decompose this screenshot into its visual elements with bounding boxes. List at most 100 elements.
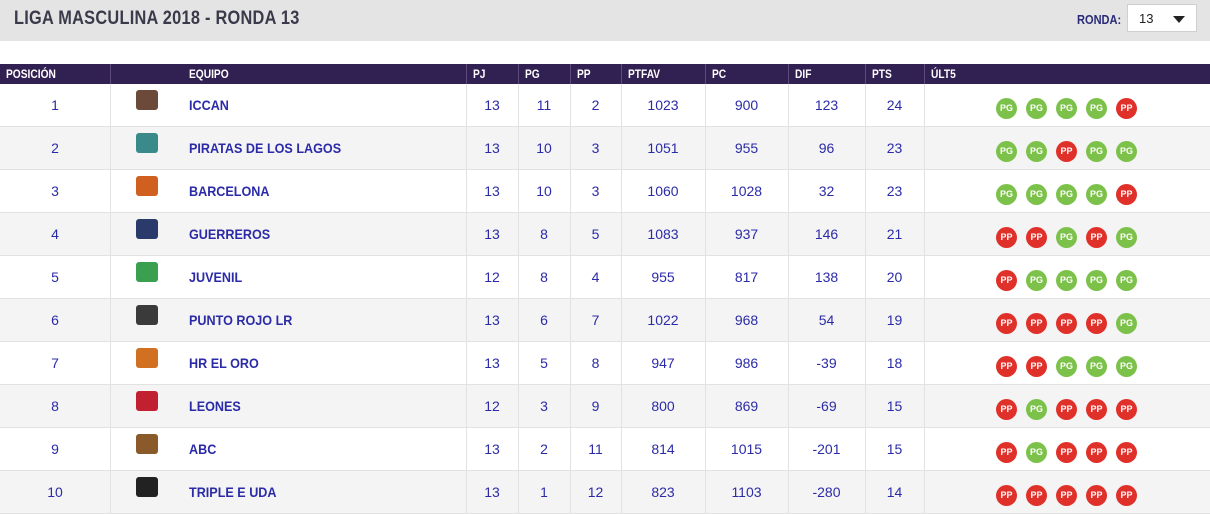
loss-badge: PP (996, 313, 1017, 334)
team-name-link[interactable]: BARCELONA (189, 170, 270, 213)
table-row: 7 13 5 8 947 986 -39 18 HR EL ORO PP PP PG PG PG (0, 342, 1210, 385)
cell-dif: 146 (814, 226, 839, 242)
cell-ptfav: 955 (651, 269, 675, 285)
table-row: 1 13 11 2 1023 900 123 24 ICCAN PG PG PG PG PP (0, 84, 1210, 127)
chevron-down-icon (1173, 16, 1185, 23)
win-badge: PG (1086, 184, 1107, 205)
cell-dif: 32 (818, 183, 835, 199)
ronda-label: RONDA: (1077, 12, 1122, 27)
win-badge: PG (1056, 227, 1077, 248)
cell-ptfav: 947 (651, 355, 675, 371)
win-badge: PG (996, 184, 1017, 205)
cell-dif: 96 (818, 140, 835, 156)
loss-badge: PP (1116, 442, 1137, 463)
team-name-link[interactable]: TRIPLE E UDA (189, 471, 277, 514)
cell-pc: 869 (734, 398, 759, 414)
team-name-link[interactable]: PIRATAS DE LOS LAGOS (189, 127, 341, 170)
column-divider (110, 428, 111, 471)
cell-ptfav: 1023 (647, 97, 679, 113)
col-header-posicion: POSICIÓN (6, 67, 56, 81)
team-logo (136, 219, 158, 239)
loss-badge: PP (1026, 356, 1047, 377)
win-badge: PG (1026, 442, 1047, 463)
last5-results: PG PG PG PG PP (996, 184, 1137, 205)
table-row: 8 12 3 9 800 869 -69 15 LEONES PP PG PP PP PP (0, 385, 1210, 428)
cell-pc: 900 (734, 97, 759, 113)
cell-dif: -201 (812, 441, 841, 457)
cell-ptfav: 1022 (647, 312, 679, 328)
last5-results: PP PP PG PG PG (996, 356, 1137, 377)
win-badge: PG (996, 141, 1017, 162)
cell-dif: -280 (812, 484, 841, 500)
cell-pp: 3 (591, 183, 600, 199)
col-header-ptfav: PTFAV (628, 67, 661, 81)
cell-pts: 15 (886, 441, 903, 457)
loss-badge: PP (1026, 313, 1047, 334)
win-badge: PG (1086, 98, 1107, 119)
cell-pts: 19 (886, 312, 903, 328)
cell-pp: 7 (591, 312, 600, 328)
cell-pc: 968 (734, 312, 759, 328)
cell-position: 7 (51, 355, 59, 371)
header-divider (110, 64, 111, 84)
cell-pg: 8 (540, 269, 548, 285)
cell-position: 6 (51, 312, 59, 328)
team-name-link[interactable]: PUNTO ROJO LR (189, 299, 292, 342)
cell-pc: 817 (734, 269, 759, 285)
win-badge: PG (1026, 98, 1047, 119)
header-divider (705, 64, 706, 84)
loss-badge: PP (1086, 485, 1107, 506)
loss-badge: PP (1086, 313, 1107, 334)
cell-pp: 9 (591, 398, 600, 414)
cell-pp: 11 (588, 441, 603, 457)
cell-pj: 13 (484, 312, 500, 328)
team-logo (136, 348, 158, 368)
header-divider (924, 64, 925, 84)
loss-badge: PP (1116, 184, 1137, 205)
team-name-link[interactable]: ICCAN (189, 84, 229, 127)
team-name-link[interactable]: ABC (189, 428, 216, 471)
cell-pj: 13 (484, 355, 500, 371)
team-logo (136, 434, 158, 454)
loss-badge: PP (1086, 227, 1107, 248)
header-divider (466, 64, 467, 84)
cell-pts: 14 (886, 484, 903, 500)
column-divider (110, 84, 111, 127)
cell-pg: 10 (536, 140, 552, 156)
loss-badge: PP (996, 356, 1017, 377)
col-header-pg: PG (525, 67, 540, 81)
column-divider (924, 342, 925, 385)
cell-pp: 4 (591, 269, 600, 285)
column-divider (110, 213, 111, 256)
last5-results: PP PG PG PG PG (996, 270, 1137, 291)
table-row: 5 12 8 4 955 817 138 20 JUVENIL PP PG PG PG PG (0, 256, 1210, 299)
ronda-select[interactable]: 13 (1127, 4, 1197, 32)
column-divider (924, 428, 925, 471)
win-badge: PG (1056, 98, 1077, 119)
table-body: 1 13 11 2 1023 900 123 24 ICCAN PG PG PG PG PP 2 13 10 3 1… (0, 84, 1210, 514)
cell-pg: 5 (540, 355, 548, 371)
table-row: 9 13 2 11 814 1015 -201 15 ABC PP PG PP PP PP (0, 428, 1210, 471)
win-badge: PG (1116, 227, 1137, 248)
win-badge: PG (1086, 270, 1107, 291)
column-divider (924, 299, 925, 342)
loss-badge: PP (1026, 485, 1047, 506)
team-logo (136, 133, 158, 153)
cell-ptfav: 814 (651, 441, 675, 457)
cell-position: 3 (51, 183, 59, 199)
column-divider (110, 170, 111, 213)
header-divider (788, 64, 789, 84)
cell-pts: 18 (886, 355, 903, 371)
team-name-link[interactable]: HR EL ORO (189, 342, 259, 385)
cell-dif: -69 (816, 398, 837, 414)
team-name-link[interactable]: GUERREROS (189, 213, 270, 256)
cell-ptfav: 1083 (647, 226, 679, 242)
loss-badge: PP (1056, 141, 1077, 162)
cell-pg: 3 (540, 398, 548, 414)
column-divider (924, 213, 925, 256)
col-header-pc: PC (712, 67, 727, 81)
team-name-link[interactable]: LEONES (189, 385, 241, 428)
cell-pp: 5 (591, 226, 600, 242)
ronda-select-value: 13 (1139, 11, 1154, 26)
team-name-link[interactable]: JUVENIL (189, 256, 242, 299)
